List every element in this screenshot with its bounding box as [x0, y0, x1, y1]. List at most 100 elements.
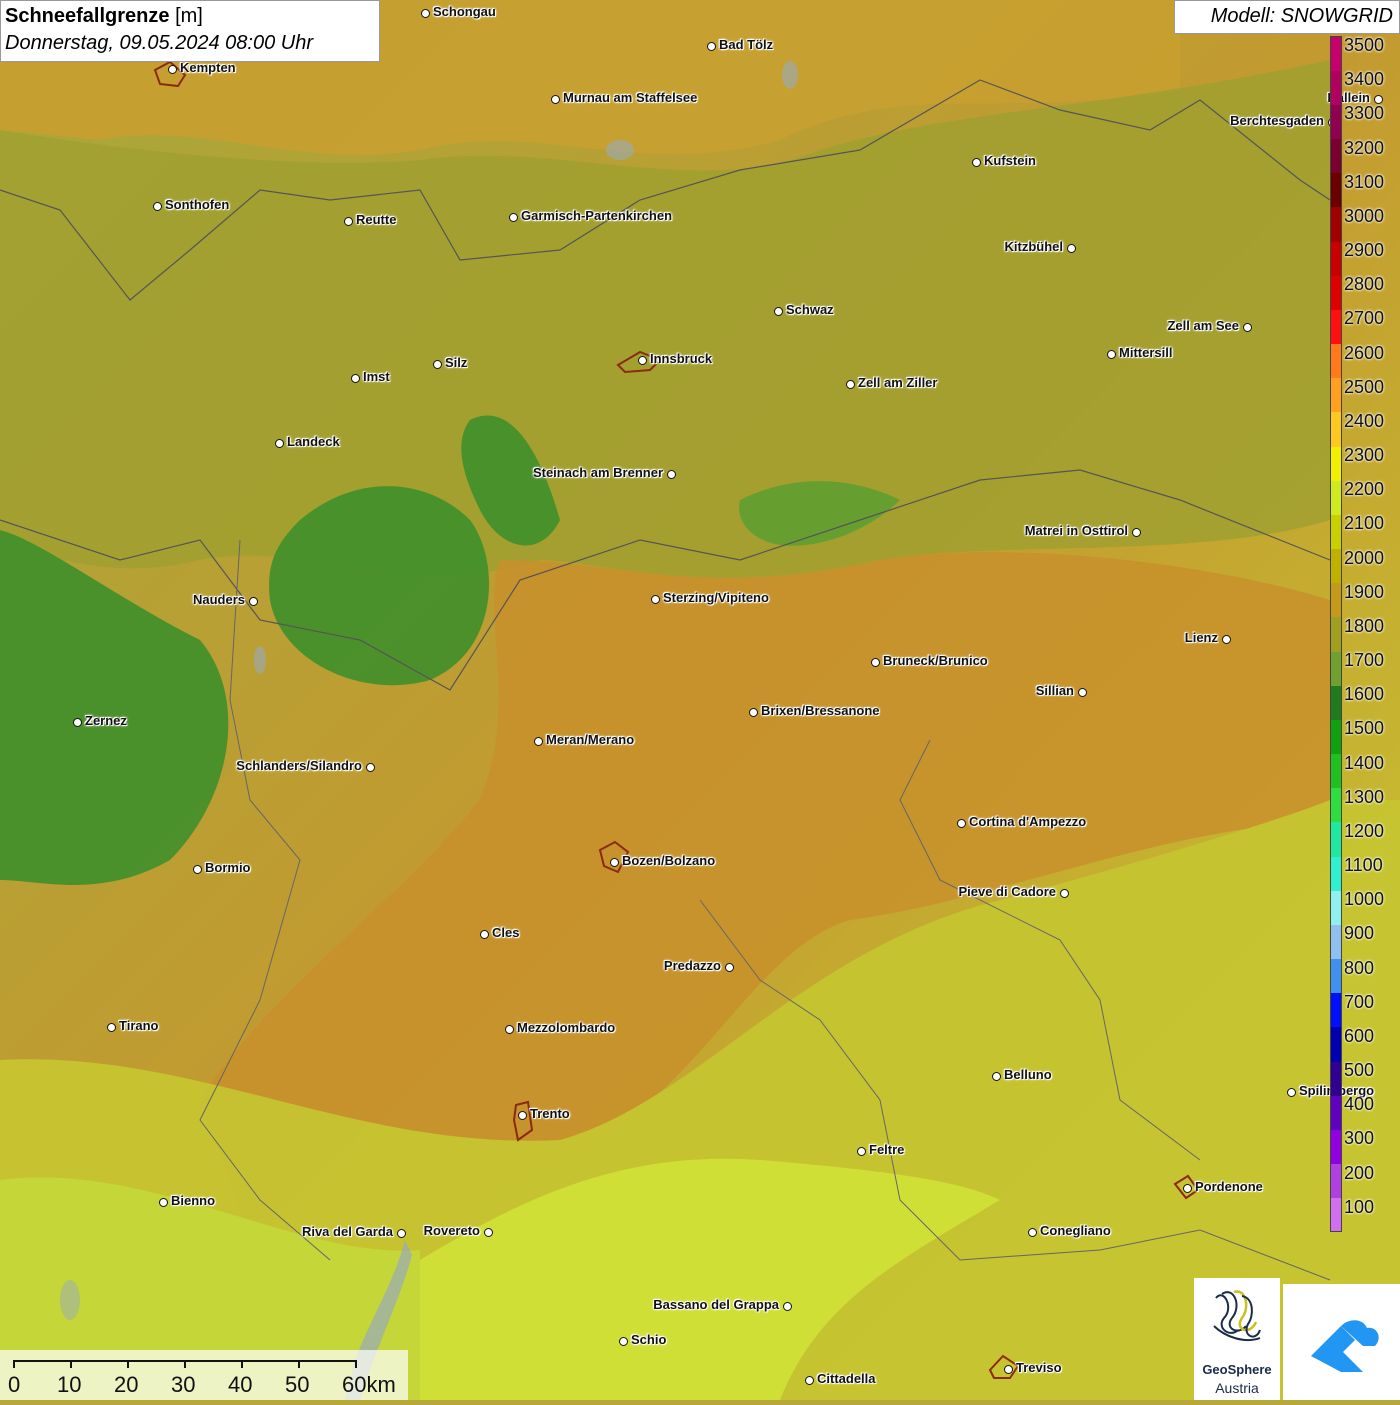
city-marker-trento[interactable]: [518, 1111, 527, 1120]
color-legend: 3500 3400 3300 3200 3100 3000 2900 2800 2700 2600…: [1330, 35, 1400, 1233]
legend-label: 2600: [1344, 342, 1385, 363]
city-marker-mezzolombardo[interactable]: [505, 1025, 514, 1034]
city-marker-conegliano[interactable]: [1028, 1228, 1037, 1237]
geosphere-logo[interactable]: GeoSphere Austria: [1194, 1278, 1280, 1400]
city-label-mittersill: Mittersill: [1119, 345, 1173, 360]
scale-bar: 0 10 20 30 40 50 60km: [0, 1350, 408, 1400]
city-marker-reutte[interactable]: [344, 217, 353, 226]
city-label-sillian: Sillian: [1035, 683, 1074, 698]
geosphere-country: Austria: [1215, 1380, 1259, 1396]
city-label-conegliano: Conegliano: [1040, 1223, 1111, 1238]
city-marker-mittersill[interactable]: [1107, 350, 1116, 359]
city-marker-meran-merano[interactable]: [534, 737, 543, 746]
city-marker-bienno[interactable]: [159, 1198, 168, 1207]
city-marker-sterzing-vipiteno[interactable]: [651, 595, 660, 604]
legend-label: 2000: [1344, 547, 1385, 568]
city-label-zernez: Zernez: [85, 713, 127, 728]
city-marker-silz[interactable]: [433, 360, 442, 369]
city-label-belluno: Belluno: [1004, 1067, 1052, 1082]
legend-label: 3500: [1344, 35, 1385, 55]
city-marker-bruneck-brunico[interactable]: [871, 658, 880, 667]
city-marker-rovereto[interactable]: [484, 1228, 493, 1237]
city-marker-brixen-bressanone[interactable]: [749, 708, 758, 717]
city-marker-bassano-del-grappa[interactable]: [783, 1302, 792, 1311]
city-label-zell-am-ziller: Zell am Ziller: [858, 375, 938, 390]
legend-label: 100: [1344, 1196, 1375, 1217]
city-marker-kufstein[interactable]: [972, 158, 981, 167]
city-marker-sonthofen[interactable]: [153, 202, 162, 211]
legend-label: 3100: [1344, 171, 1385, 192]
legend-label: 800: [1344, 957, 1375, 978]
legend-label: 1300: [1344, 786, 1385, 807]
city-marker-nauders[interactable]: [249, 597, 258, 606]
city-marker-predazzo[interactable]: [725, 963, 734, 972]
legend-label: 600: [1344, 1025, 1375, 1046]
lake: [782, 61, 798, 89]
scale-tick: [241, 1360, 243, 1368]
city-label-kempten: Kempten: [180, 60, 236, 75]
city-label-treviso: Treviso: [1016, 1360, 1062, 1375]
city-marker-zell-am-ziller[interactable]: [846, 380, 855, 389]
city-marker-murnau-am-staffelsee[interactable]: [551, 95, 560, 104]
city-marker-garmisch-partenkirchen[interactable]: [509, 213, 518, 222]
legend-label: 3000: [1344, 205, 1385, 226]
city-marker-bozen-bolzano[interactable]: [610, 858, 619, 867]
city-marker-pieve-di-cadore[interactable]: [1060, 889, 1069, 898]
scale-label: 10: [57, 1372, 82, 1397]
city-marker-riva-del-garda[interactable]: [397, 1229, 406, 1238]
city-marker-cittadella[interactable]: [805, 1376, 814, 1385]
city-marker-cortina-d-ampezzo[interactable]: [957, 819, 966, 828]
city-label-cittadella: Cittadella: [817, 1371, 876, 1386]
city-label-pieve-di-cadore: Pieve di Cadore: [958, 884, 1056, 899]
legend-label: 1500: [1344, 718, 1385, 739]
city-marker-landeck[interactable]: [275, 439, 284, 448]
city-label-reutte: Reutte: [356, 212, 397, 227]
city-marker-belluno[interactable]: [992, 1072, 1001, 1081]
city-marker-zell-am-see[interactable]: [1243, 323, 1252, 332]
city-marker-spilimbergo[interactable]: [1287, 1088, 1296, 1097]
city-marker-schongau[interactable]: [421, 9, 430, 18]
legend-label: 2400: [1344, 410, 1385, 431]
city-marker-schlanders-silandro[interactable]: [366, 763, 375, 772]
city-marker-bad-t-lz[interactable]: [707, 42, 716, 51]
city-marker-imst[interactable]: [351, 374, 360, 383]
legend-label: 1800: [1344, 615, 1385, 636]
scale-tick: [298, 1360, 300, 1368]
city-marker-schwaz[interactable]: [774, 307, 783, 316]
city-label-mezzolombardo: Mezzolombardo: [517, 1020, 616, 1035]
city-label-nauders: Nauders: [192, 592, 245, 607]
city-label-pordenone: Pordenone: [1195, 1179, 1263, 1194]
city-marker-steinach-am-brenner[interactable]: [667, 470, 676, 479]
app-logo[interactable]: [1283, 1284, 1400, 1400]
city-marker-feltre[interactable]: [857, 1147, 866, 1156]
city-label-bozen-bolzano: Bozen/Bolzano: [622, 853, 716, 868]
city-marker-innsbruck[interactable]: [638, 356, 647, 365]
legend-label: 300: [1344, 1128, 1375, 1149]
city-marker-bormio[interactable]: [193, 865, 202, 874]
city-marker-kempten[interactable]: [168, 65, 177, 74]
city-marker-pordenone[interactable]: [1183, 1184, 1192, 1193]
city-marker-kitzb-hel[interactable]: [1067, 244, 1076, 253]
city-label-feltre: Feltre: [869, 1142, 905, 1157]
scale-label: 50: [285, 1372, 310, 1397]
scale-label: 0: [8, 1372, 21, 1397]
legend-label: 200: [1344, 1162, 1375, 1183]
model-label: Modell: SNOWGRID: [1174, 0, 1400, 34]
city-label-kitzb-hel: Kitzbühel: [1004, 239, 1064, 254]
city-marker-schio[interactable]: [619, 1337, 628, 1346]
city-marker-tirano[interactable]: [107, 1023, 116, 1032]
lake: [60, 1280, 80, 1320]
scale-label: 20: [114, 1372, 139, 1397]
city-marker-zernez[interactable]: [73, 718, 82, 727]
city-label-bassano-del-grappa: Bassano del Grappa: [653, 1297, 779, 1312]
scale-tick: [13, 1360, 15, 1368]
city-label-imst: Imst: [363, 369, 390, 384]
city-marker-cles[interactable]: [480, 930, 489, 939]
city-marker-sillian[interactable]: [1078, 688, 1087, 697]
city-label-silz: Silz: [445, 355, 468, 370]
city-marker-matrei-in-osttirol[interactable]: [1132, 528, 1141, 537]
city-label-berchtesgaden: Berchtesgaden: [1230, 113, 1324, 128]
city-marker-lienz[interactable]: [1222, 635, 1231, 644]
city-marker-treviso[interactable]: [1004, 1365, 1013, 1374]
city-label-landeck: Landeck: [287, 434, 340, 449]
